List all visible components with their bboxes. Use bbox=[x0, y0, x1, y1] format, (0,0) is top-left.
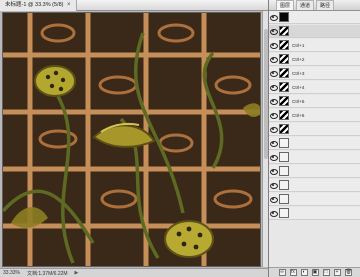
layer-row[interactable] bbox=[269, 137, 360, 150]
tab-layers[interactable]: 图层 bbox=[276, 0, 295, 10]
layer-row[interactable] bbox=[269, 165, 360, 178]
layer-thumbnail bbox=[279, 138, 289, 148]
layer-thumbnail bbox=[279, 124, 289, 134]
tab-paths[interactable]: 路径 bbox=[316, 0, 335, 10]
layer-thumbnail bbox=[279, 40, 289, 50]
layer-row[interactable] bbox=[269, 193, 360, 206]
layer-row[interactable] bbox=[269, 179, 360, 192]
panel-tab-strip: 图层 通道 路径 bbox=[269, 0, 360, 11]
layer-row[interactable] bbox=[269, 151, 360, 164]
visibility-eye-icon[interactable] bbox=[270, 84, 278, 91]
delete-layer-icon[interactable]: 🗑 bbox=[344, 269, 352, 276]
document-tab[interactable]: 未标题-1 @ 33.3% (5/8) × bbox=[0, 0, 77, 11]
mask-icon[interactable]: ◐ bbox=[300, 269, 308, 276]
layer-row[interactable]: Ctrl+4 bbox=[269, 81, 360, 94]
layers-panel: 图层 通道 路径 Ctrl+1 Ctrl+2 Ctrl+3 Ctrl+4 Ctr… bbox=[268, 0, 360, 277]
layer-thumbnail bbox=[279, 68, 289, 78]
layer-name: Ctrl+2 bbox=[292, 56, 305, 62]
status-menu-arrow-icon[interactable]: ▶ bbox=[75, 270, 79, 276]
layer-style-icon[interactable]: fx bbox=[289, 269, 297, 276]
visibility-eye-icon[interactable] bbox=[270, 98, 278, 105]
close-icon[interactable]: × bbox=[67, 2, 71, 8]
visibility-eye-icon[interactable] bbox=[270, 126, 278, 133]
document-window: 未标题-1 @ 33.3% (5/8) × 33.33% 文档:1.37M/6.… bbox=[0, 0, 268, 277]
layer-name: Ctrl+3 bbox=[292, 70, 305, 76]
visibility-eye-icon[interactable] bbox=[270, 182, 278, 189]
layer-name: Ctrl+6 bbox=[292, 112, 305, 118]
layers-list: Ctrl+1 Ctrl+2 Ctrl+3 Ctrl+4 Ctrl+5 Ctrl+… bbox=[269, 11, 360, 269]
layer-name: Ctrl+5 bbox=[292, 98, 305, 104]
layer-thumbnail bbox=[279, 180, 289, 190]
layer-thumbnail bbox=[279, 96, 289, 106]
image-canvas[interactable] bbox=[2, 12, 261, 267]
visibility-eye-icon[interactable] bbox=[270, 14, 278, 21]
visibility-eye-icon[interactable] bbox=[270, 70, 278, 77]
document-titlebar: 未标题-1 @ 33.3% (5/8) × bbox=[0, 0, 268, 11]
visibility-eye-icon[interactable] bbox=[270, 140, 278, 147]
adjustment-icon[interactable]: ▣ bbox=[311, 269, 319, 276]
visibility-eye-icon[interactable] bbox=[270, 28, 278, 35]
layer-thumbnail bbox=[279, 54, 289, 64]
group-icon[interactable]: □ bbox=[322, 269, 330, 276]
layer-name: Ctrl+4 bbox=[292, 84, 305, 90]
visibility-eye-icon[interactable] bbox=[270, 210, 278, 217]
layer-thumbnail bbox=[279, 208, 289, 218]
layer-row[interactable]: Ctrl+3 bbox=[269, 67, 360, 80]
layer-row[interactable] bbox=[269, 207, 360, 220]
document-size-info: 文档:1.37M/6.22M bbox=[26, 270, 68, 277]
layer-thumbnail bbox=[279, 26, 289, 36]
layer-thumbnail bbox=[279, 12, 289, 22]
layers-toolbar: ∞ fx ◐ ▣ □ + 🗑 bbox=[269, 267, 360, 277]
layer-thumbnail bbox=[279, 110, 289, 120]
layer-name: Ctrl+1 bbox=[292, 42, 305, 48]
zoom-readout[interactable]: 33.33% bbox=[3, 270, 20, 276]
layer-thumbnail bbox=[279, 166, 289, 176]
visibility-eye-icon[interactable] bbox=[270, 112, 278, 119]
visibility-eye-icon[interactable] bbox=[270, 168, 278, 175]
new-layer-icon[interactable]: + bbox=[333, 269, 341, 276]
tab-channels[interactable]: 通道 bbox=[296, 0, 315, 10]
layer-row[interactable] bbox=[269, 123, 360, 136]
canvas-artwork bbox=[3, 13, 260, 266]
document-tab-label: 未标题-1 @ 33.3% (5/8) bbox=[5, 1, 64, 8]
layer-thumbnail bbox=[279, 82, 289, 92]
layer-row[interactable]: Ctrl+5 bbox=[269, 95, 360, 108]
visibility-eye-icon[interactable] bbox=[270, 154, 278, 161]
layer-row[interactable] bbox=[269, 25, 360, 38]
layer-row[interactable] bbox=[269, 11, 360, 24]
layer-row[interactable]: Ctrl+6 bbox=[269, 109, 360, 122]
layer-thumbnail bbox=[279, 194, 289, 204]
layer-row[interactable]: Ctrl+2 bbox=[269, 53, 360, 66]
visibility-eye-icon[interactable] bbox=[270, 196, 278, 203]
status-bar: 33.33% 文档:1.37M/6.22M ▶ bbox=[0, 268, 268, 277]
layer-row[interactable]: Ctrl+1 bbox=[269, 39, 360, 52]
link-layers-icon[interactable]: ∞ bbox=[278, 269, 286, 276]
layer-thumbnail bbox=[279, 152, 289, 162]
visibility-eye-icon[interactable] bbox=[270, 42, 278, 49]
visibility-eye-icon[interactable] bbox=[270, 56, 278, 63]
